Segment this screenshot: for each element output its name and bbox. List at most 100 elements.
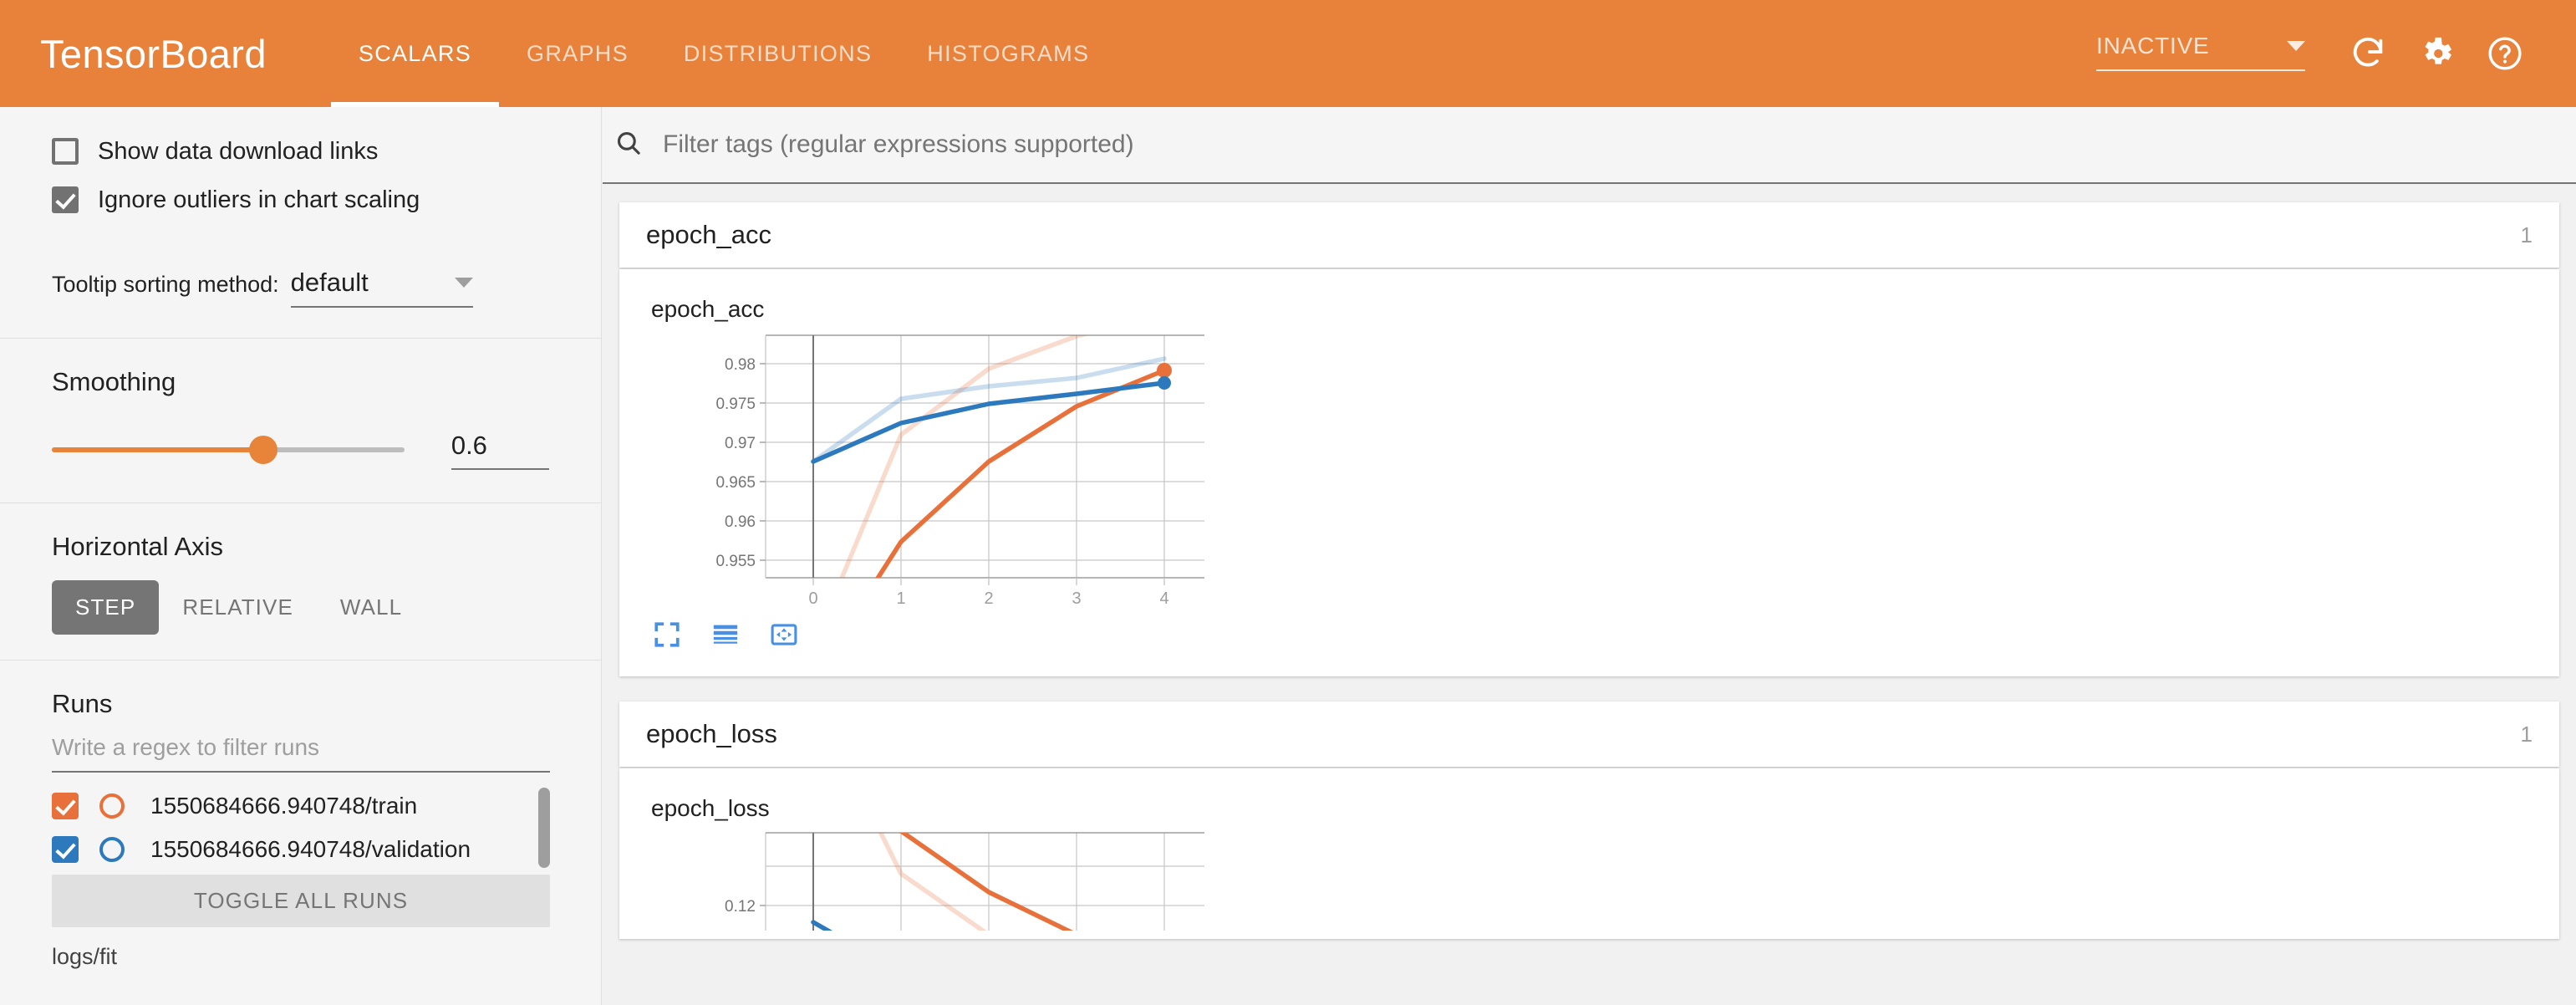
- chart-title-epoch-loss: epoch_loss: [619, 768, 2559, 822]
- tooltip-sorting-label: Tooltip sorting method:: [52, 272, 279, 308]
- smoothing-section: Smoothing 0.6: [0, 367, 601, 502]
- run-status-select[interactable]: INACTIVE: [2096, 33, 2305, 74]
- tag-group-header-epoch-acc[interactable]: epoch_acc 1: [619, 202, 2559, 268]
- runs-list: 1550684666.940748/train 1550684666.94074…: [52, 784, 550, 871]
- runs-title: Runs: [52, 689, 549, 719]
- tag-filter-bar[interactable]: Filter tags (regular expressions support…: [603, 107, 2576, 184]
- runs-list-scrollbar[interactable]: [538, 788, 550, 868]
- chart-card-epoch-acc: epoch_acc: [619, 269, 2559, 676]
- tab-histograms-label: HISTOGRAMS: [927, 41, 1089, 67]
- tab-histograms[interactable]: HISTOGRAMS: [899, 0, 1117, 107]
- chart-epoch-acc[interactable]: 0.98 0.975 0.97 0.965 0.96 0.955: [619, 323, 1204, 615]
- tab-graphs-label: GRAPHS: [527, 41, 629, 67]
- tag-group-title-epoch-loss: epoch_loss: [646, 719, 777, 749]
- run-color-circle-validation: [99, 837, 125, 862]
- axis-option-relative[interactable]: RELATIVE: [159, 580, 317, 635]
- app-brand: TensorBoard: [40, 31, 267, 77]
- svg-text:0.98: 0.98: [725, 356, 756, 374]
- chart-card-epoch-loss: epoch_loss 0.12: [619, 768, 2559, 939]
- fit-domain-icon[interactable]: [653, 620, 681, 653]
- tag-group-title-epoch-acc: epoch_acc: [646, 220, 771, 250]
- checkbox-show-data-download-links-label: Show data download links: [98, 138, 378, 166]
- settings-gear-icon[interactable]: [2405, 23, 2467, 84]
- chevron-down-icon: [2287, 41, 2305, 51]
- checkbox-show-data-download-links[interactable]: Show data download links: [52, 127, 549, 176]
- tooltip-sorting-value: default: [291, 268, 369, 298]
- horizontal-axis-title: Horizontal Axis: [52, 532, 549, 562]
- runs-filter-input[interactable]: Write a regex to filter runs: [52, 734, 550, 773]
- app-header: TensorBoard SCALARS GRAPHS DISTRIBUTIONS…: [0, 0, 2576, 107]
- chevron-down-icon: [455, 278, 473, 288]
- tag-filter-input[interactable]: Filter tags (regular expressions support…: [663, 130, 1134, 159]
- tab-distributions[interactable]: DISTRIBUTIONS: [656, 0, 899, 107]
- horizontal-axis-section: Horizontal Axis STEP RELATIVE WALL: [0, 532, 601, 660]
- data-table-icon[interactable]: [711, 620, 740, 653]
- axis-option-step-label: STEP: [75, 594, 135, 620]
- svg-text:4: 4: [1159, 589, 1168, 608]
- chart-toolbar-epoch-acc: [619, 615, 2559, 668]
- tab-scalars[interactable]: SCALARS: [331, 0, 499, 107]
- tag-group-count-epoch-loss: 1: [2521, 722, 2533, 747]
- tag-group-header-epoch-loss[interactable]: epoch_loss 1: [619, 701, 2559, 767]
- svg-text:3: 3: [1072, 589, 1081, 608]
- run-color-circle-train: [99, 793, 125, 819]
- run-item-train[interactable]: 1550684666.940748/train: [52, 784, 550, 828]
- svg-text:0.12: 0.12: [725, 898, 756, 916]
- chart-card-body-epoch-acc: epoch_acc: [619, 269, 2559, 676]
- svg-text:0: 0: [808, 589, 817, 608]
- checkbox-icon-checked: [52, 186, 79, 213]
- checkbox-ignore-outliers[interactable]: Ignore outliers in chart scaling: [52, 176, 549, 224]
- settings-sidebar: Show data download links Ignore outliers…: [0, 107, 602, 1005]
- display-options-section: Show data download links Ignore outliers…: [0, 107, 601, 338]
- tab-distributions-label: DISTRIBUTIONS: [684, 41, 872, 67]
- run-checkbox-train[interactable]: [52, 793, 79, 819]
- run-status-label: INACTIVE: [2096, 33, 2210, 59]
- svg-text:2: 2: [984, 589, 993, 608]
- search-icon: [614, 129, 643, 161]
- axis-option-relative-label: RELATIVE: [182, 594, 293, 620]
- expand-icon[interactable]: [770, 620, 798, 653]
- header-actions: INACTIVE: [2096, 0, 2536, 107]
- help-circle-icon[interactable]: [2474, 23, 2536, 84]
- smoothing-title: Smoothing: [52, 367, 549, 397]
- smoothing-slider-thumb[interactable]: [249, 436, 277, 464]
- chart-card-body-epoch-loss: epoch_loss 0.12: [619, 768, 2559, 939]
- chart-title-epoch-acc: epoch_acc: [619, 269, 2559, 323]
- tab-scalars-label: SCALARS: [359, 41, 471, 67]
- tag-group-epoch-acc: epoch_acc 1: [619, 202, 2559, 268]
- run-name-validation: 1550684666.940748/validation: [150, 836, 471, 863]
- checkbox-icon-unchecked: [52, 138, 79, 165]
- runs-section: Runs Write a regex to filter runs 155068…: [0, 689, 601, 970]
- divider: [0, 502, 601, 503]
- smoothing-row: 0.6: [52, 421, 549, 479]
- run-item-validation[interactable]: 1550684666.940748/validation: [52, 828, 550, 871]
- run-checkbox-validation[interactable]: [52, 836, 79, 863]
- refresh-icon[interactable]: [2337, 23, 2399, 84]
- run-name-train: 1550684666.940748/train: [150, 793, 417, 819]
- tooltip-sorting-row: Tooltip sorting method: default: [52, 256, 549, 308]
- svg-text:0.965: 0.965: [715, 474, 756, 492]
- toggle-all-runs-button[interactable]: TOGGLE ALL RUNS: [52, 875, 550, 927]
- svg-text:0.97: 0.97: [725, 435, 756, 452]
- checkbox-ignore-outliers-label: Ignore outliers in chart scaling: [98, 186, 420, 214]
- chart-marker-train: [1157, 363, 1172, 378]
- tag-group-epoch-loss: epoch_loss 1: [619, 701, 2559, 767]
- svg-text:1: 1: [896, 589, 905, 608]
- tooltip-sorting-select[interactable]: default: [291, 268, 473, 308]
- logdir-label: logs/fit: [52, 944, 549, 970]
- tag-group-count-epoch-acc: 1: [2521, 222, 2533, 248]
- svg-text:0.955: 0.955: [715, 553, 756, 570]
- axis-option-wall-label: WALL: [340, 594, 402, 620]
- chart-marker-validation: [1158, 376, 1171, 390]
- smoothing-value-input[interactable]: 0.6: [451, 431, 549, 470]
- axis-option-step[interactable]: STEP: [52, 580, 159, 635]
- horizontal-axis-buttons: STEP RELATIVE WALL: [52, 580, 549, 635]
- svg-text:0.975: 0.975: [715, 395, 756, 413]
- chart-epoch-loss[interactable]: 0.12: [619, 822, 1204, 931]
- divider: [0, 660, 601, 661]
- axis-option-wall[interactable]: WALL: [317, 580, 425, 635]
- main-nav-tabs: SCALARS GRAPHS DISTRIBUTIONS HISTOGRAMS: [331, 0, 1117, 107]
- main-content: Filter tags (regular expressions support…: [603, 107, 2576, 1005]
- tab-graphs[interactable]: GRAPHS: [499, 0, 656, 107]
- smoothing-slider[interactable]: [52, 447, 405, 452]
